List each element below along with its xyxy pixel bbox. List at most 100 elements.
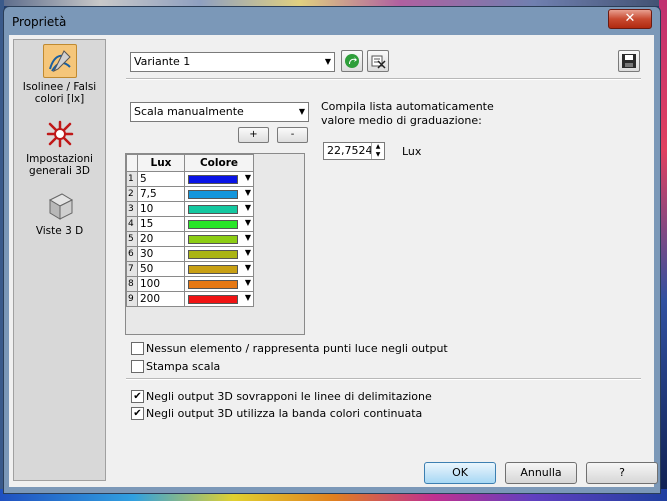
lux-cell[interactable]: 10 <box>137 201 185 217</box>
ok-button[interactable]: OK <box>424 462 496 484</box>
table-row[interactable]: 3 10 ▼ <box>126 201 254 217</box>
lux-cell[interactable]: 30 <box>137 246 185 262</box>
print-scale-label: Stampa scala <box>146 360 221 373</box>
table-row[interactable]: 2 7,5 ▼ <box>126 186 254 202</box>
row-number: 7 <box>126 261 138 277</box>
table-row[interactable]: 1 5 ▼ <box>126 171 254 187</box>
sidebar-item-3d-views[interactable]: Viste 3 D <box>14 190 105 237</box>
add-row-button[interactable]: + <box>238 127 269 143</box>
delete-list-icon <box>370 55 386 72</box>
cube-icon <box>44 190 76 222</box>
main-pane: Variante 1 ▼ Scala manualmente ▼ + - Lux… <box>113 35 658 487</box>
sidebar-item-isolines[interactable]: Isolinee / Falsi colori [lx] <box>14 44 105 105</box>
table-row[interactable]: 4 15 ▼ <box>126 216 254 232</box>
window-title: Proprietà <box>12 15 67 29</box>
table-row[interactable]: 9 200 ▼ <box>126 291 254 307</box>
title-bar[interactable]: Proprietà ✕ <box>4 7 660 35</box>
lux-cell[interactable]: 7,5 <box>137 186 185 202</box>
table-row[interactable]: 7 50 ▼ <box>126 261 254 277</box>
help-button[interactable]: ? <box>586 462 658 484</box>
spinner-arrows-icon[interactable]: ▲ ▼ <box>371 143 384 159</box>
chevron-down-icon[interactable]: ▼ <box>245 203 251 212</box>
chevron-down-icon[interactable]: ▼ <box>245 248 251 257</box>
row-number: 4 <box>126 216 138 232</box>
color-swatch <box>188 295 238 304</box>
color-cell[interactable]: ▼ <box>184 231 254 247</box>
sidebar: Isolinee / Falsi colori [lx] Impostazion… <box>13 39 106 481</box>
separator <box>126 78 641 80</box>
refresh-arrow-icon <box>344 54 360 72</box>
row-number: 2 <box>126 186 138 202</box>
scale-mode-value: Scala manualmente <box>134 105 244 118</box>
row-number: 6 <box>126 246 138 262</box>
lux-cell[interactable]: 15 <box>137 216 185 232</box>
separator <box>126 378 641 380</box>
isolines-icon <box>42 44 77 78</box>
row-number: 5 <box>126 231 138 247</box>
apply-variant-button[interactable] <box>341 50 363 72</box>
sidebar-item-label-2: generali 3D <box>29 165 90 177</box>
chevron-down-icon[interactable]: ▼ <box>245 278 251 287</box>
row-number-header <box>126 154 138 172</box>
lux-color-table: Lux Colore 1 5 ▼ 2 7,5 ▼ 3 10 ▼ 4 15 ▼ 5… <box>125 153 305 335</box>
color-swatch <box>188 175 238 184</box>
sidebar-item-label: Isolinee / Falsi <box>22 81 97 93</box>
column-header-lux: Lux <box>137 154 185 172</box>
color-cell[interactable]: ▼ <box>184 291 254 307</box>
row-number: 1 <box>126 171 138 187</box>
lux-cell[interactable]: 100 <box>137 276 185 292</box>
table-row[interactable]: 5 20 ▼ <box>126 231 254 247</box>
lux-cell[interactable]: 5 <box>137 171 185 187</box>
chevron-down-icon[interactable]: ▼ <box>245 188 251 197</box>
chevron-down-icon[interactable]: ▼ <box>245 218 251 227</box>
no-elements-checkbox[interactable] <box>131 342 144 355</box>
remove-row-button[interactable]: - <box>277 127 308 143</box>
color-cell[interactable]: ▼ <box>184 216 254 232</box>
color-swatch <box>188 250 238 259</box>
chevron-down-icon: ▼ <box>298 107 305 116</box>
close-icon: ✕ <box>624 11 636 26</box>
checkmark-icon: ✔ <box>133 391 142 402</box>
color-swatch <box>188 190 238 199</box>
chevron-down-icon[interactable]: ▼ <box>245 233 251 242</box>
autofill-label-2: valore medio di graduazione: <box>321 114 482 127</box>
floppy-disk-icon <box>621 54 637 72</box>
save-button[interactable] <box>618 50 640 72</box>
sidebar-item-label-2: colori [lx] <box>34 93 85 105</box>
overlay-lines-label: Negli output 3D sovrapponi le linee di d… <box>146 390 432 403</box>
color-cell[interactable]: ▼ <box>184 171 254 187</box>
chevron-down-icon[interactable]: ▼ <box>245 293 251 302</box>
sidebar-item-settings-3d[interactable]: Impostazioni generali 3D <box>14 118 105 177</box>
delete-variant-button[interactable] <box>367 50 389 72</box>
scale-mode-select[interactable]: Scala manualmente ▼ <box>130 102 309 122</box>
variant-select[interactable]: Variante 1 ▼ <box>130 52 335 72</box>
color-swatch <box>188 220 238 229</box>
color-cell[interactable]: ▼ <box>184 276 254 292</box>
row-number: 9 <box>126 291 138 307</box>
continuous-band-checkbox[interactable]: ✔ <box>131 407 144 420</box>
color-cell[interactable]: ▼ <box>184 246 254 262</box>
chevron-down-icon: ▼ <box>324 57 331 66</box>
close-button[interactable]: ✕ <box>608 9 652 29</box>
table-header-row: Lux Colore <box>126 154 254 172</box>
chevron-down-icon[interactable]: ▼ <box>245 173 251 182</box>
graduation-value-input[interactable]: 22,7524 ▲ ▼ <box>323 142 385 160</box>
color-swatch <box>188 205 238 214</box>
color-swatch <box>188 280 238 289</box>
overlay-lines-checkbox[interactable]: ✔ <box>131 390 144 403</box>
color-cell[interactable]: ▼ <box>184 261 254 277</box>
cancel-button[interactable]: Annulla <box>505 462 577 484</box>
color-cell[interactable]: ▼ <box>184 201 254 217</box>
lux-cell[interactable]: 20 <box>137 231 185 247</box>
row-number: 3 <box>126 201 138 217</box>
sidebar-item-label: Impostazioni <box>26 153 93 165</box>
lux-cell[interactable]: 200 <box>137 291 185 307</box>
table-row[interactable]: 8 100 ▼ <box>126 276 254 292</box>
table-row[interactable]: 6 30 ▼ <box>126 246 254 262</box>
chevron-down-icon[interactable]: ▼ <box>245 263 251 272</box>
continuous-band-label: Negli output 3D utilizza la banda colori… <box>146 407 423 420</box>
graduation-value: 22,7524 <box>327 144 373 157</box>
lux-cell[interactable]: 50 <box>137 261 185 277</box>
print-scale-checkbox[interactable] <box>131 360 144 373</box>
color-cell[interactable]: ▼ <box>184 186 254 202</box>
